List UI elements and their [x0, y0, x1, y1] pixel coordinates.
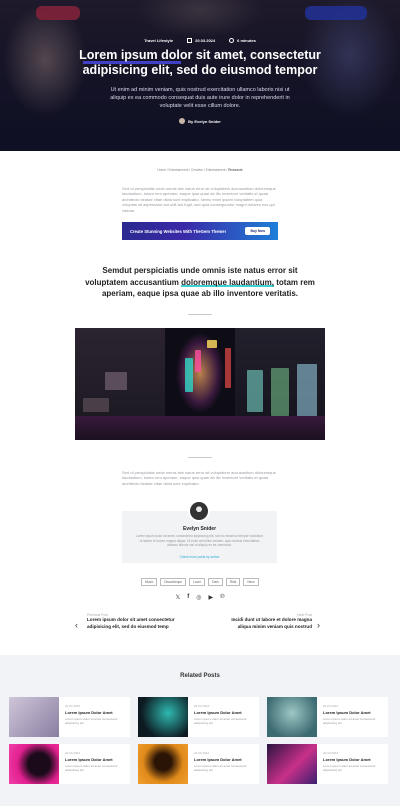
breadcrumb: Home / Entertainment / Creative / Entert…: [0, 168, 400, 172]
next-post[interactable]: Next Post Incidi dunt ut labore et dolor…: [224, 613, 312, 630]
calendar-icon: [187, 38, 193, 43]
author-card: Evelyn Snider Lorem ipsum dolor sit amet…: [122, 500, 277, 563]
article-image: [75, 328, 325, 440]
hero-section: Travel Lifestyle 20.03.2024 6 minutes Lo…: [0, 0, 400, 151]
hero-subtitle: Ut enim ad minim veniam, quis nostrud ex…: [110, 87, 290, 109]
related-posts: Related Posts 20.03.2024 Lorem Ipsum Dol…: [0, 655, 400, 806]
promo-banner[interactable]: Create Stunning Websites With TheGem The…: [122, 222, 278, 240]
related-post-thumbnail[interactable]: [138, 744, 188, 784]
related-post-date: 20.03.2024: [323, 704, 339, 708]
related-post-excerpt: Lorem ipsum dolor sit amet consectetur a…: [194, 764, 247, 773]
related-post-date: 20.03.2024: [194, 704, 210, 708]
tag-discotheque[interactable]: Discotheque: [160, 578, 187, 586]
breadcrumb-separator: /: [203, 168, 205, 172]
author-avatar: [179, 118, 186, 124]
breadcrumb-home[interactable]: Home: [157, 168, 166, 172]
related-post-thumbnail[interactable]: [267, 744, 317, 784]
related-post-date: 20.03.2024: [323, 751, 339, 755]
hero-author-name: By Evelyn Snider: [188, 118, 221, 124]
second-paragraph: Sed ut perspiciatis unde omnis iste natu…: [122, 470, 276, 486]
promo-banner-text: Create Stunning Websites With TheGem The…: [130, 228, 226, 234]
prev-post[interactable]: Previous Post Lorem ipsum dolor sit amet…: [87, 613, 177, 630]
breadcrumb-sub[interactable]: Entertainment: [206, 168, 226, 172]
breadcrumb-current: Ristorante: [228, 168, 243, 172]
instagram-icon[interactable]: ◎: [196, 594, 201, 601]
twitter-icon[interactable]: 𝕏: [175, 594, 180, 601]
date-meta: 20.03.2024: [187, 38, 215, 43]
tag-music[interactable]: Music: [141, 578, 158, 586]
divider: [188, 314, 212, 315]
related-post-title[interactable]: Lorem Ipsum Dolor Amet: [194, 757, 242, 762]
related-post-date: 20.03.2024: [65, 704, 81, 708]
hero-author[interactable]: By Evelyn Snider: [0, 118, 400, 124]
tag-neon[interactable]: Neon: [243, 578, 259, 586]
next-post-title[interactable]: Incidi dunt ut labore et dolore magna al…: [224, 617, 312, 630]
prev-arrow-icon[interactable]: ‹: [75, 620, 78, 630]
related-post-thumbnail[interactable]: [9, 697, 59, 737]
pinterest-icon[interactable]: ℗: [220, 594, 224, 601]
category-link[interactable]: Travel Lifestyle: [144, 38, 173, 43]
related-post-title[interactable]: Lorem Ipsum Dolor Amet: [65, 710, 113, 715]
breadcrumb-separator: /: [166, 168, 168, 172]
author-posts-link[interactable]: Check more posts by author: [122, 555, 277, 559]
social-share: 𝕏 f ◎ ▶ ℗: [0, 594, 400, 601]
tag-ride[interactable]: Ride: [225, 578, 241, 586]
related-post-thumbnail[interactable]: [138, 697, 188, 737]
related-post-excerpt: Lorem ipsum dolor sit amet consectetur a…: [323, 717, 376, 726]
tag-lover[interactable]: Lover: [189, 578, 206, 586]
related-post-card[interactable]: 20.03.2024 Lorem Ipsum Dolor Amet Lorem …: [138, 744, 259, 784]
related-post-thumbnail[interactable]: [267, 697, 317, 737]
intro-paragraph: Sed ut perspiciatis unde omnis iste natu…: [122, 186, 276, 213]
related-post-excerpt: Lorem ipsum dolor sit amet consectetur a…: [65, 717, 118, 726]
next-arrow-icon[interactable]: ›: [317, 620, 320, 630]
related-post-excerpt: Lorem ipsum dolor sit amet consectetur a…: [323, 764, 376, 773]
read-time: 6 minutes: [237, 38, 256, 43]
divider: [188, 457, 212, 458]
youtube-icon[interactable]: ▶: [209, 594, 214, 601]
author-card-avatar[interactable]: [188, 500, 210, 522]
author-card-name[interactable]: Evelyn Snider: [122, 526, 277, 532]
related-post-title[interactable]: Lorem Ipsum Dolor Amet: [194, 710, 242, 715]
pull-quote: Semdut perspiciatis unde omnis iste natu…: [80, 265, 320, 300]
related-post-date: 20.03.2024: [194, 751, 210, 755]
related-post-card[interactable]: 20.03.2024 Lorem Ipsum Dolor Amet Lorem …: [267, 697, 388, 737]
prev-post-title[interactable]: Lorem ipsum dolor sit amet consectetur a…: [87, 617, 177, 630]
related-heading: Related Posts: [180, 673, 220, 679]
related-post-title[interactable]: Lorem Ipsum Dolor Amet: [65, 757, 113, 762]
author-card-bio: Lorem ipsum dolor sit amet, consectetur …: [136, 534, 263, 548]
page-title: Lorem ipsum dolor sit amet, consectetur …: [79, 48, 321, 77]
related-post-thumbnail[interactable]: [9, 744, 59, 784]
related-post-date: 20.03.2024: [65, 751, 81, 755]
related-post-title[interactable]: Lorem Ipsum Dolor Amet: [323, 710, 371, 715]
tag-dark[interactable]: Dark: [208, 578, 223, 586]
tag-list: Music Discotheque Lover Dark Ride Neon: [0, 578, 400, 586]
related-post-excerpt: Lorem ipsum dolor sit amet consectetur a…: [65, 764, 118, 773]
post-meta: Travel Lifestyle 20.03.2024 6 minutes: [0, 38, 400, 43]
facebook-icon[interactable]: f: [187, 594, 189, 601]
related-post-card[interactable]: 20.03.2024 Lorem Ipsum Dolor Amet Lorem …: [138, 697, 259, 737]
buy-now-button[interactable]: Buy Now: [245, 227, 270, 235]
related-post-card[interactable]: 20.03.2024 Lorem Ipsum Dolor Amet Lorem …: [9, 744, 130, 784]
related-post-title[interactable]: Lorem Ipsum Dolor Amet: [323, 757, 371, 762]
read-time-meta: 6 minutes: [229, 38, 256, 43]
clock-icon: [229, 38, 235, 43]
post-date: 20.03.2024: [195, 38, 216, 43]
related-post-excerpt: Lorem ipsum dolor sit amet consectetur a…: [194, 717, 247, 726]
related-post-card[interactable]: 20.03.2024 Lorem Ipsum Dolor Amet Lorem …: [267, 744, 388, 784]
related-post-card[interactable]: 20.03.2024 Lorem Ipsum Dolor Amet Lorem …: [9, 697, 130, 737]
breadcrumb-section[interactable]: Entertainment / Creative: [169, 168, 203, 172]
quote-highlight: doloremque laudantium,: [181, 277, 275, 287]
